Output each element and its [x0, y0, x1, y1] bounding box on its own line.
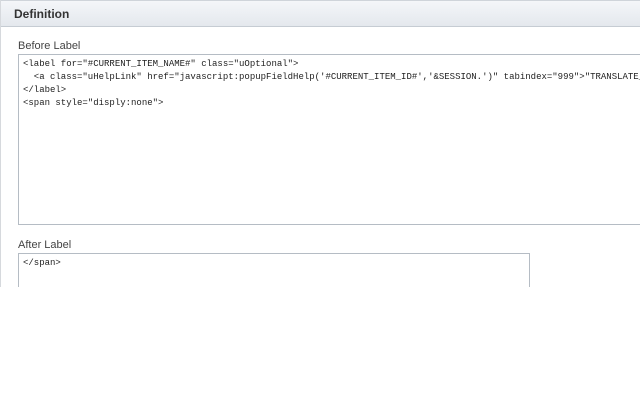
- after-label-field-label: After Label: [18, 239, 72, 251]
- definition-region: Definition Before Label <label for="#CUR…: [0, 0, 640, 287]
- before-label-field-label: Before Label: [18, 40, 81, 52]
- blank-area: [0, 287, 640, 410]
- page-viewport: Definition Before Label <label for="#CUR…: [0, 0, 640, 410]
- after-label-textarea[interactable]: </span>: [18, 253, 530, 287]
- region-title: Definition: [14, 6, 70, 21]
- region-header: Definition: [1, 0, 640, 27]
- before-label-textarea[interactable]: <label for="#CURRENT_ITEM_NAME#" class="…: [18, 54, 640, 225]
